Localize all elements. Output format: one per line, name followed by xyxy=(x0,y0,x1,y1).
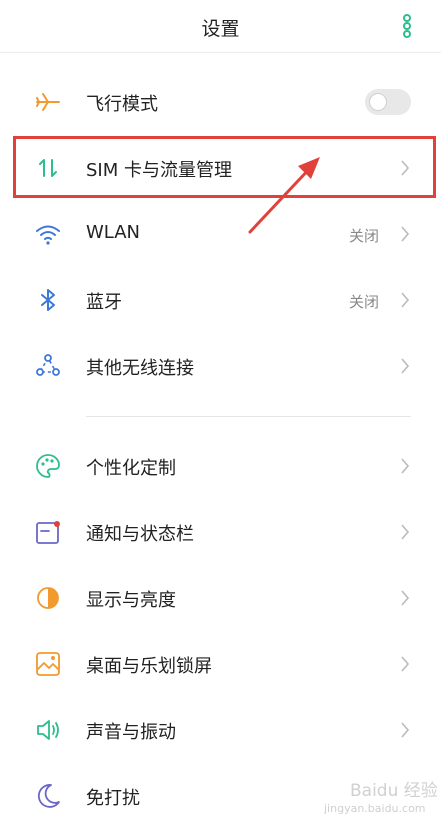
speaker-icon xyxy=(37,720,59,740)
watermark-url: jingyan.baidu.com xyxy=(324,802,426,815)
wireless-connections-icon xyxy=(36,354,60,376)
chevron-right-icon xyxy=(401,656,410,672)
settings-item-label: WLAN xyxy=(86,222,141,243)
settings-item-desktop-lockscreen[interactable]: 桌面与乐划锁屏 xyxy=(0,631,441,697)
wallpaper-icon xyxy=(36,652,60,676)
settings-item-label: 免打扰 xyxy=(86,788,140,809)
settings-item-bluetooth[interactable]: 蓝牙 关闭 xyxy=(0,267,441,333)
settings-item-notifications[interactable]: 通知与状态栏 xyxy=(0,499,441,565)
section-divider xyxy=(86,416,411,417)
settings-item-label: 蓝牙 xyxy=(86,292,122,313)
chevron-right-icon xyxy=(401,458,410,474)
notification-icon xyxy=(36,521,60,544)
settings-item-other-wireless[interactable]: 其他无线连接 xyxy=(0,333,441,399)
settings-item-label: 通知与状态栏 xyxy=(86,524,194,545)
chevron-right-icon xyxy=(401,292,410,308)
palette-icon xyxy=(36,454,60,478)
bluetooth-icon xyxy=(41,289,55,311)
settings-item-display[interactable]: 显示与亮度 xyxy=(0,565,441,631)
highlight-box xyxy=(13,136,436,198)
settings-item-label: 飞行模式 xyxy=(86,94,158,115)
settings-item-label: 其他无线连接 xyxy=(86,358,194,379)
chevron-right-icon xyxy=(401,722,410,738)
watermark: Baidu 经验 jingyan.baidu.com xyxy=(320,770,438,822)
more-vertical-icon[interactable] xyxy=(398,13,416,39)
settings-screen: 设置 飞行模式 SIM 卡与流量管理 WLAN 关闭 蓝牙 关闭 其他无线连接 … xyxy=(0,0,441,826)
settings-item-sound-vibration[interactable]: 声音与振动 xyxy=(0,697,441,763)
airplane-icon xyxy=(36,93,60,111)
chevron-right-icon xyxy=(401,226,410,242)
chevron-right-icon xyxy=(401,358,410,374)
chevron-right-icon xyxy=(401,590,410,606)
settings-item-label: 声音与振动 xyxy=(86,722,176,743)
page-title: 设置 xyxy=(201,18,240,40)
moon-icon xyxy=(37,784,60,808)
settings-item-wlan[interactable]: WLAN 关闭 xyxy=(0,201,441,267)
brightness-icon xyxy=(37,587,59,609)
chevron-right-icon xyxy=(401,524,410,540)
settings-item-personalization[interactable]: 个性化定制 xyxy=(0,433,441,499)
airplane-mode-toggle[interactable] xyxy=(365,89,411,115)
settings-item-label: 个性化定制 xyxy=(86,458,176,479)
header-bar: 设置 xyxy=(0,0,441,53)
settings-item-label: 桌面与乐划锁屏 xyxy=(86,656,212,677)
watermark-title: Baidu 经验 xyxy=(350,781,438,801)
wifi-icon xyxy=(36,225,60,245)
settings-item-label: 显示与亮度 xyxy=(86,590,176,611)
status-text: 关闭 xyxy=(348,293,379,311)
status-text: 关闭 xyxy=(348,227,379,245)
toggle-knob xyxy=(369,93,387,111)
